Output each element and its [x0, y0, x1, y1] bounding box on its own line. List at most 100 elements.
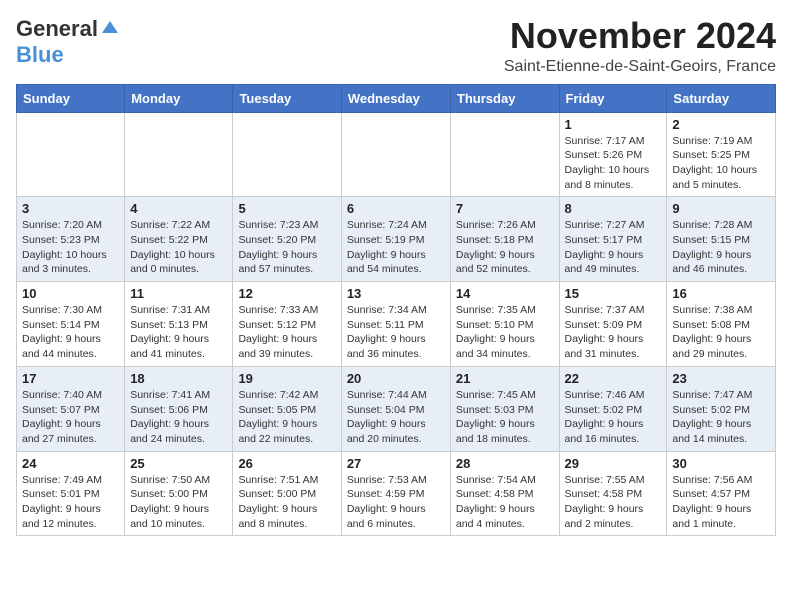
calendar-day-cell: 20Sunrise: 7:44 AM Sunset: 5:04 PM Dayli…	[341, 366, 450, 451]
day-number: 25	[130, 456, 227, 471]
calendar-day-cell: 6 Sunrise: 7:24 AM Sunset: 5:19 PM Daylig…	[341, 197, 450, 282]
day-info: Sunrise: 7:19 AM Sunset: 5:25 PM Dayligh…	[672, 134, 770, 193]
day-info: Sunrise: 7:56 AM Sunset: 4:57 PM Dayligh…	[672, 473, 770, 532]
day-number: 19	[238, 371, 335, 386]
day-info: Sunrise: 7:26 AM Sunset: 5:18 PM Dayligh…	[456, 218, 554, 277]
logo-icon	[100, 19, 120, 39]
calendar-day-cell	[450, 112, 559, 197]
day-info: Sunrise: 7:30 AM Sunset: 5:14 PM Dayligh…	[22, 303, 119, 362]
calendar-day-cell: 14Sunrise: 7:35 AM Sunset: 5:10 PM Dayli…	[450, 282, 559, 367]
calendar-day-cell: 18Sunrise: 7:41 AM Sunset: 5:06 PM Dayli…	[125, 366, 233, 451]
calendar-day-cell	[17, 112, 125, 197]
calendar-day-cell: 22 Sunrise: 7:46 AM Sunset: 5:02 PM Dayli…	[559, 366, 667, 451]
day-info: Sunrise: 7:46 AM Sunset: 5:02 PM Dayligh…	[565, 388, 662, 447]
day-info: Sunrise: 7:45 AM Sunset: 5:03 PM Dayligh…	[456, 388, 554, 447]
title-section: November 2024 Saint-Etienne-de-Saint-Geo…	[504, 16, 776, 76]
day-number: 13	[347, 286, 445, 301]
calendar-day-cell: 24 Sunrise: 7:49 AM Sunset: 5:01 PM Dayli…	[17, 451, 125, 536]
calendar-weekday-header: Monday	[125, 84, 233, 112]
page-header: General Blue November 2024 Saint-Etienne…	[16, 16, 776, 76]
day-number: 9	[672, 201, 770, 216]
calendar-week-row: 3Sunrise: 7:20 AM Sunset: 5:23 PM Daylig…	[17, 197, 776, 282]
day-info: Sunrise: 7:17 AM Sunset: 5:26 PM Dayligh…	[565, 134, 662, 193]
day-number: 2	[672, 117, 770, 132]
day-info: Sunrise: 7:24 AM Sunset: 5:19 PM Dayligh…	[347, 218, 445, 277]
logo-general-text: General	[16, 16, 98, 42]
calendar-day-cell: 12 Sunrise: 7:33 AM Sunset: 5:12 PM Dayli…	[233, 282, 341, 367]
logo-blue-text: Blue	[16, 42, 64, 68]
calendar-week-row: 24 Sunrise: 7:49 AM Sunset: 5:01 PM Dayli…	[17, 451, 776, 536]
calendar-day-cell	[341, 112, 450, 197]
calendar-day-cell: 29Sunrise: 7:55 AM Sunset: 4:58 PM Dayli…	[559, 451, 667, 536]
calendar-day-cell: 8Sunrise: 7:27 AM Sunset: 5:17 PM Daylig…	[559, 197, 667, 282]
calendar-day-cell: 27Sunrise: 7:53 AM Sunset: 4:59 PM Dayli…	[341, 451, 450, 536]
calendar-day-cell: 9 Sunrise: 7:28 AM Sunset: 5:15 PM Daylig…	[667, 197, 776, 282]
calendar-week-row: 10 Sunrise: 7:30 AM Sunset: 5:14 PM Dayli…	[17, 282, 776, 367]
day-number: 5	[238, 201, 335, 216]
day-info: Sunrise: 7:53 AM Sunset: 4:59 PM Dayligh…	[347, 473, 445, 532]
calendar-weekday-header: Tuesday	[233, 84, 341, 112]
day-info: Sunrise: 7:28 AM Sunset: 5:15 PM Dayligh…	[672, 218, 770, 277]
day-info: Sunrise: 7:23 AM Sunset: 5:20 PM Dayligh…	[238, 218, 335, 277]
day-number: 8	[565, 201, 662, 216]
day-number: 6	[347, 201, 445, 216]
calendar-weekday-header: Thursday	[450, 84, 559, 112]
day-number: 21	[456, 371, 554, 386]
day-number: 16	[672, 286, 770, 301]
logo: General Blue	[16, 16, 120, 68]
month-title: November 2024	[504, 16, 776, 56]
calendar-day-cell: 16Sunrise: 7:38 AM Sunset: 5:08 PM Dayli…	[667, 282, 776, 367]
day-number: 22	[565, 371, 662, 386]
day-info: Sunrise: 7:37 AM Sunset: 5:09 PM Dayligh…	[565, 303, 662, 362]
calendar-day-cell: 3Sunrise: 7:20 AM Sunset: 5:23 PM Daylig…	[17, 197, 125, 282]
day-number: 28	[456, 456, 554, 471]
calendar-day-cell: 23Sunrise: 7:47 AM Sunset: 5:02 PM Dayli…	[667, 366, 776, 451]
day-number: 1	[565, 117, 662, 132]
day-info: Sunrise: 7:22 AM Sunset: 5:22 PM Dayligh…	[130, 218, 227, 277]
day-number: 7	[456, 201, 554, 216]
calendar-day-cell: 11 Sunrise: 7:31 AM Sunset: 5:13 PM Dayli…	[125, 282, 233, 367]
calendar-week-row: 17 Sunrise: 7:40 AM Sunset: 5:07 PM Dayli…	[17, 366, 776, 451]
calendar-weekday-header: Saturday	[667, 84, 776, 112]
calendar-weekday-header: Sunday	[17, 84, 125, 112]
calendar-day-cell: 17 Sunrise: 7:40 AM Sunset: 5:07 PM Dayli…	[17, 366, 125, 451]
calendar-day-cell: 13 Sunrise: 7:34 AM Sunset: 5:11 PM Dayli…	[341, 282, 450, 367]
calendar-day-cell	[233, 112, 341, 197]
calendar-day-cell: 4 Sunrise: 7:22 AM Sunset: 5:22 PM Daylig…	[125, 197, 233, 282]
calendar-weekday-header: Wednesday	[341, 84, 450, 112]
day-number: 17	[22, 371, 119, 386]
day-number: 10	[22, 286, 119, 301]
calendar-day-cell: 30Sunrise: 7:56 AM Sunset: 4:57 PM Dayli…	[667, 451, 776, 536]
day-number: 15	[565, 286, 662, 301]
day-info: Sunrise: 7:34 AM Sunset: 5:11 PM Dayligh…	[347, 303, 445, 362]
day-number: 4	[130, 201, 227, 216]
day-number: 11	[130, 286, 227, 301]
day-info: Sunrise: 7:40 AM Sunset: 5:07 PM Dayligh…	[22, 388, 119, 447]
day-info: Sunrise: 7:51 AM Sunset: 5:00 PM Dayligh…	[238, 473, 335, 532]
day-number: 24	[22, 456, 119, 471]
calendar-day-cell: 26Sunrise: 7:51 AM Sunset: 5:00 PM Dayli…	[233, 451, 341, 536]
calendar-day-cell: 5 Sunrise: 7:23 AM Sunset: 5:20 PM Daylig…	[233, 197, 341, 282]
day-info: Sunrise: 7:33 AM Sunset: 5:12 PM Dayligh…	[238, 303, 335, 362]
calendar-header-row: SundayMondayTuesdayWednesdayThursdayFrid…	[17, 84, 776, 112]
location-title: Saint-Etienne-de-Saint-Geoirs, France	[504, 58, 776, 76]
calendar-day-cell: 25 Sunrise: 7:50 AM Sunset: 5:00 PM Dayli…	[125, 451, 233, 536]
day-number: 12	[238, 286, 335, 301]
calendar-day-cell: 28 Sunrise: 7:54 AM Sunset: 4:58 PM Dayli…	[450, 451, 559, 536]
calendar-day-cell: 15 Sunrise: 7:37 AM Sunset: 5:09 PM Dayli…	[559, 282, 667, 367]
day-info: Sunrise: 7:42 AM Sunset: 5:05 PM Dayligh…	[238, 388, 335, 447]
calendar-day-cell: 19 Sunrise: 7:42 AM Sunset: 5:05 PM Dayli…	[233, 366, 341, 451]
calendar-day-cell: 2 Sunrise: 7:19 AM Sunset: 5:25 PM Daylig…	[667, 112, 776, 197]
calendar-day-cell: 10 Sunrise: 7:30 AM Sunset: 5:14 PM Dayli…	[17, 282, 125, 367]
day-info: Sunrise: 7:31 AM Sunset: 5:13 PM Dayligh…	[130, 303, 227, 362]
calendar-day-cell: 7 Sunrise: 7:26 AM Sunset: 5:18 PM Daylig…	[450, 197, 559, 282]
day-number: 14	[456, 286, 554, 301]
day-number: 20	[347, 371, 445, 386]
day-info: Sunrise: 7:55 AM Sunset: 4:58 PM Dayligh…	[565, 473, 662, 532]
day-info: Sunrise: 7:54 AM Sunset: 4:58 PM Dayligh…	[456, 473, 554, 532]
day-info: Sunrise: 7:49 AM Sunset: 5:01 PM Dayligh…	[22, 473, 119, 532]
day-number: 18	[130, 371, 227, 386]
day-info: Sunrise: 7:50 AM Sunset: 5:00 PM Dayligh…	[130, 473, 227, 532]
day-info: Sunrise: 7:20 AM Sunset: 5:23 PM Dayligh…	[22, 218, 119, 277]
day-number: 23	[672, 371, 770, 386]
